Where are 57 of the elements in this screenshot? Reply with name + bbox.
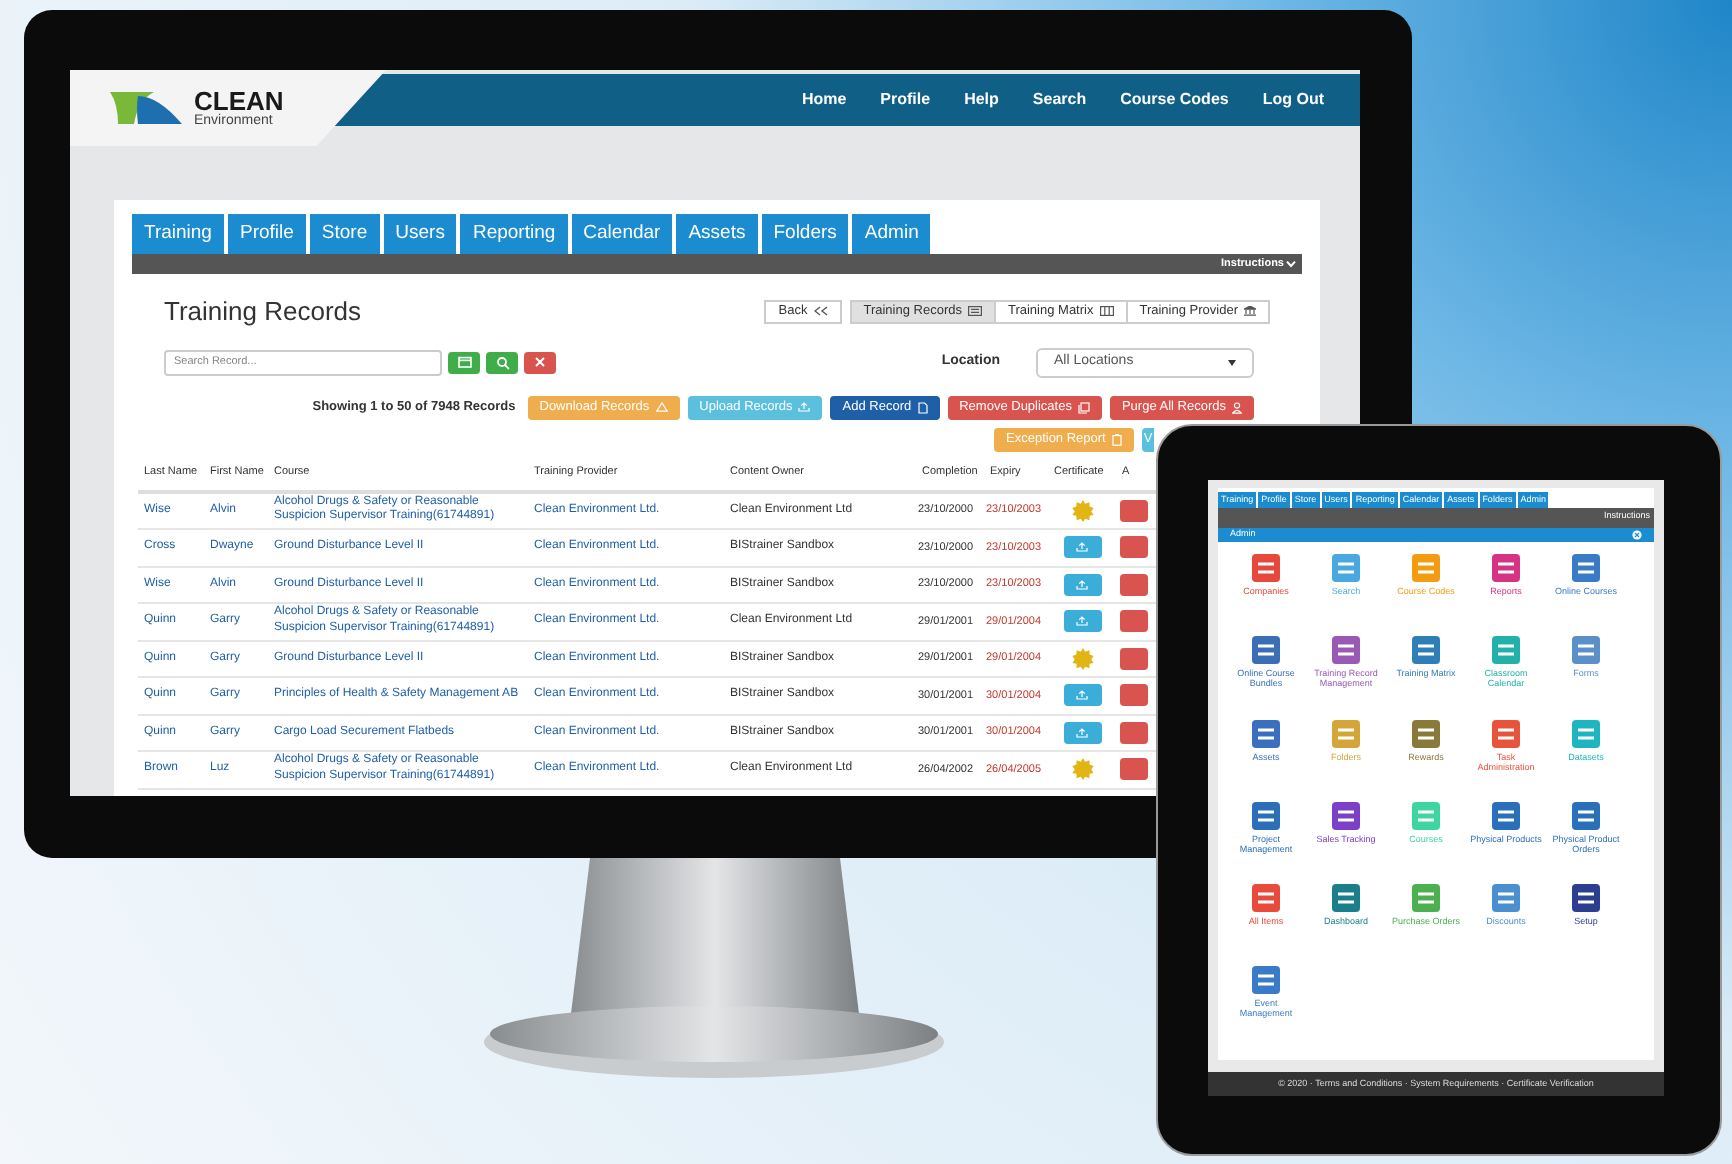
upload-icon	[1076, 616, 1088, 627]
delete-button[interactable]	[1120, 610, 1148, 633]
delete-button[interactable]	[1120, 684, 1148, 707]
seal-icon	[1071, 499, 1093, 522]
tab[interactable]: Reporting	[460, 214, 568, 254]
tab[interactable]: Calendar	[571, 214, 673, 254]
chevron-down-icon	[1286, 260, 1296, 268]
search-button[interactable]	[486, 351, 518, 373]
clear-button[interactable]	[524, 351, 556, 373]
upload-icon	[1076, 727, 1088, 738]
person-icon	[1232, 401, 1242, 413]
delete-button[interactable]	[1120, 721, 1148, 744]
delete-button[interactable]	[1120, 647, 1148, 670]
tab[interactable]: Admin	[852, 214, 931, 254]
leaf-logo-icon	[110, 92, 186, 124]
nav-link[interactable]: Home	[801, 88, 847, 112]
certificate-upload-button[interactable]	[1063, 684, 1101, 707]
calendar-button[interactable]	[448, 351, 480, 373]
grid-icon	[1099, 306, 1114, 317]
delete-button[interactable]	[1120, 573, 1148, 596]
seal-icon	[1071, 647, 1093, 670]
tab[interactable]: Folders	[761, 214, 849, 254]
nav-link[interactable]: Profile	[880, 88, 931, 112]
certificate-upload-button[interactable]	[1063, 721, 1101, 744]
delete-button[interactable]	[1120, 758, 1148, 781]
tab[interactable]: Assets	[676, 214, 758, 254]
upload-icon	[1076, 542, 1088, 553]
certificate-upload-button[interactable]	[1063, 536, 1101, 559]
nav-link[interactable]: Search	[1032, 88, 1087, 112]
page-title: Training Records	[164, 294, 362, 330]
certificate-upload-button[interactable]	[1063, 573, 1101, 596]
close-icon	[534, 356, 546, 368]
warning-icon	[655, 402, 668, 412]
upload-icon	[798, 402, 811, 412]
delete-button[interactable]	[1120, 536, 1148, 559]
caret-down-icon	[1228, 359, 1236, 365]
certificate-upload-button[interactable]	[1063, 610, 1101, 633]
clipboard-icon	[1111, 433, 1122, 445]
copy-icon	[1077, 401, 1090, 413]
seal-icon	[1071, 758, 1093, 781]
nav-link[interactable]: Course Codes	[1120, 88, 1229, 112]
bank-icon	[1244, 306, 1256, 317]
double-arrow-left-icon	[813, 306, 828, 317]
upload-icon	[1076, 579, 1088, 590]
tab[interactable]: Store	[309, 214, 380, 254]
search-icon	[495, 355, 509, 369]
nav-link[interactable]: Log Out	[1262, 88, 1324, 112]
tab[interactable]: Profile	[227, 214, 306, 254]
nav-link[interactable]: Help	[964, 88, 999, 112]
tab[interactable]: Training	[132, 214, 224, 254]
delete-button[interactable]	[1120, 499, 1148, 522]
list-icon	[967, 306, 982, 317]
document-icon	[917, 401, 928, 413]
upload-icon	[1076, 690, 1088, 701]
calendar-icon	[457, 356, 471, 368]
tab[interactable]: Users	[383, 214, 457, 254]
logo-title: CLEAN	[194, 88, 284, 114]
